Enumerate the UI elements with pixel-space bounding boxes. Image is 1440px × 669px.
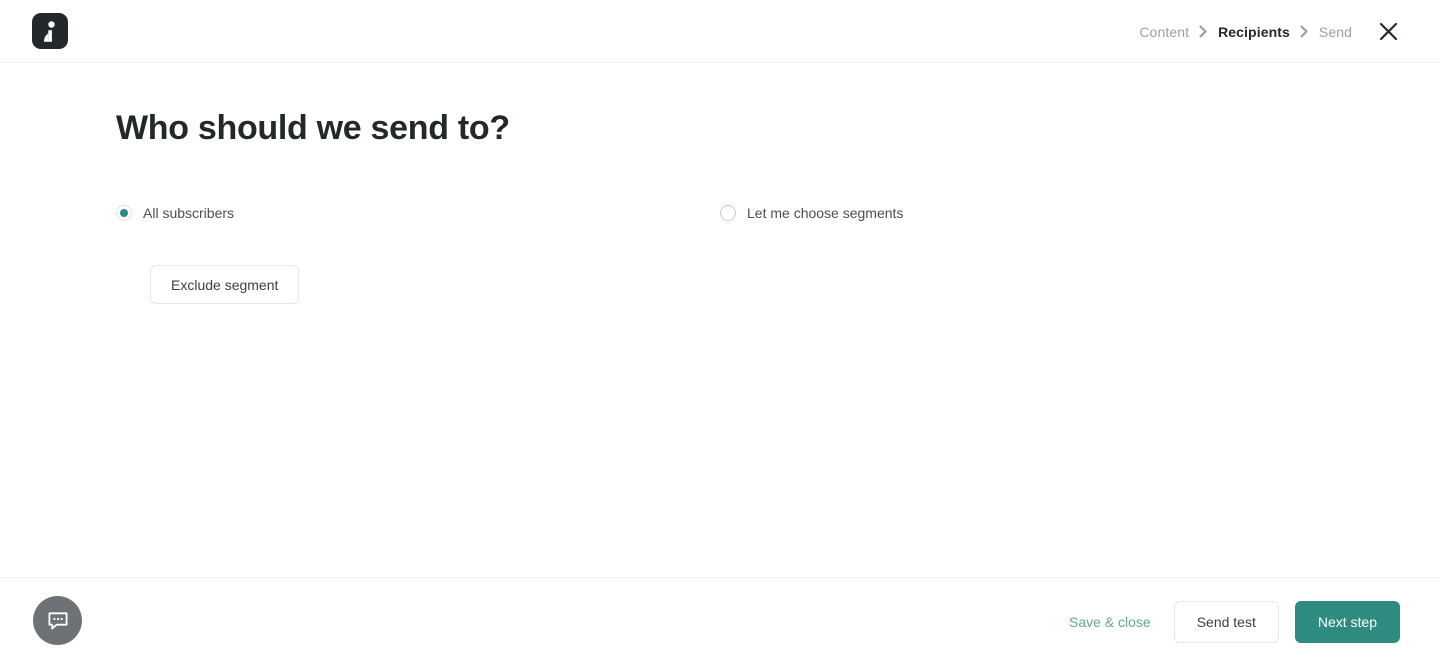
footer-actions: Save & close Send test Next step xyxy=(1062,601,1400,643)
next-step-button[interactable]: Next step xyxy=(1294,601,1400,643)
chat-support-button[interactable] xyxy=(33,596,82,645)
radio-icon-selected[interactable] xyxy=(116,205,132,221)
logo-glyph-icon xyxy=(43,21,55,42)
chevron-right-icon xyxy=(1299,25,1310,38)
save-and-close-button[interactable]: Save & close xyxy=(1062,601,1158,643)
breadcrumb-item-send[interactable]: Send xyxy=(1319,24,1352,40)
app-footer: Save & close Send test Next step xyxy=(0,577,1440,669)
breadcrumb-item-recipients[interactable]: Recipients xyxy=(1218,24,1290,40)
breadcrumb-item-content[interactable]: Content xyxy=(1139,24,1189,40)
mailerlite-logo[interactable] xyxy=(32,13,68,49)
main-content: Who should we send to? All subscribers L… xyxy=(0,63,1440,577)
radio-icon-unselected[interactable] xyxy=(720,205,736,221)
chevron-right-icon xyxy=(1198,25,1209,38)
close-icon xyxy=(1379,22,1398,41)
radio-option-choose-segments[interactable]: Let me choose segments xyxy=(720,205,903,221)
breadcrumb: Content Recipients Send xyxy=(1139,0,1352,63)
close-button[interactable] xyxy=(1375,18,1402,45)
recipients-options-group: All subscribers Let me choose segments xyxy=(116,205,1316,229)
exclude-segment-button[interactable]: Exclude segment xyxy=(150,265,300,304)
radio-label-choose-segments: Let me choose segments xyxy=(747,205,904,221)
radio-option-all-subscribers[interactable]: All subscribers xyxy=(116,205,234,221)
page-title: Who should we send to? xyxy=(116,109,510,147)
radio-label-all-subscribers: All subscribers xyxy=(143,205,235,221)
send-test-button[interactable]: Send test xyxy=(1173,601,1279,643)
chat-bubble-icon xyxy=(48,611,67,629)
radio-dot xyxy=(120,209,128,217)
app-header: Content Recipients Send xyxy=(0,0,1440,63)
